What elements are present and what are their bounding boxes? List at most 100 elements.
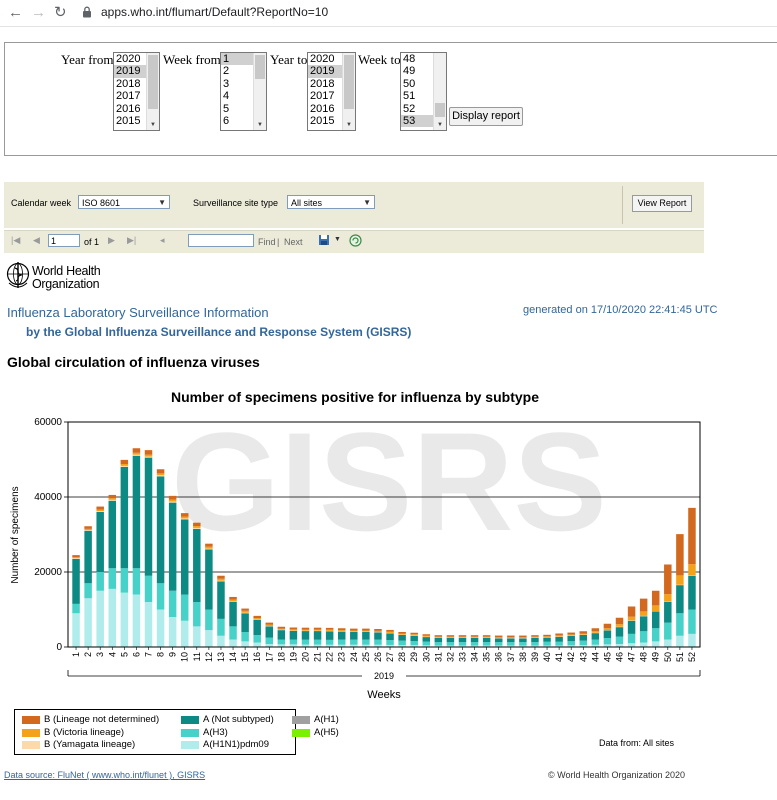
legend-swatch (22, 716, 40, 724)
chart-watermark: GISRS (171, 403, 607, 560)
scroll-down-arrow-icon[interactable]: ▼ (434, 120, 446, 130)
x-tick-label: 11 (192, 652, 202, 661)
bar-segment (422, 641, 431, 646)
year-to-scrollbar[interactable]: ▼ (342, 53, 355, 130)
first-page-icon[interactable]: |◀ (11, 235, 20, 246)
last-page-icon[interactable]: ▶| (127, 235, 136, 246)
bar-segment (193, 527, 201, 529)
display-report-button[interactable]: Display report (449, 107, 523, 126)
bar-segment (337, 631, 346, 640)
bar-segment (132, 594, 141, 647)
generated-timestamp: generated on 17/10/2020 22:41:45 UTC (523, 304, 718, 316)
bar-segment (156, 609, 165, 647)
bar-segment (120, 459, 129, 464)
export-dropdown-icon[interactable]: ▼ (334, 236, 341, 243)
bar-segment (108, 568, 117, 589)
week-to-scrollbar[interactable]: ▼ (433, 53, 446, 130)
bar-segment (168, 501, 177, 503)
bar-segment (603, 630, 612, 638)
bar-segment (168, 590, 177, 617)
bar-segment (627, 643, 636, 647)
bar-segment (253, 615, 261, 619)
bar-segment (289, 627, 298, 630)
page-number-input[interactable]: 1 (48, 234, 80, 247)
bar-segment (688, 564, 696, 576)
site-type-label: Surveillance site type (193, 198, 279, 208)
bar-segment (193, 522, 201, 527)
find-next-link[interactable]: Next (284, 237, 303, 247)
bar-segment (96, 590, 104, 647)
bar-segment (651, 605, 660, 611)
bar-segment (494, 637, 503, 638)
previous-page-icon[interactable]: ◀ (33, 235, 40, 246)
x-tick-label: 37 (506, 652, 516, 662)
legend-label: A(H1) (314, 714, 339, 725)
scroll-down-arrow-icon[interactable]: ▼ (343, 120, 355, 130)
scroll-down-arrow-icon[interactable]: ▼ (147, 120, 159, 130)
bar-segment (482, 636, 491, 638)
bar-segment (168, 617, 177, 647)
legend-label: B (Lineage not determined) (44, 714, 160, 725)
week-from-label: Week from (163, 52, 221, 67)
year-from-listbox[interactable]: 2020 2019 2018 2017 2016 2015 ▼ (113, 52, 160, 131)
find-link[interactable]: Find (258, 237, 276, 247)
x-tick-label: 34 (470, 652, 480, 662)
week-from-scrollbar[interactable]: ▼ (253, 53, 266, 130)
scroll-down-arrow-icon[interactable]: ▼ (254, 120, 266, 130)
site-type-select[interactable]: All sites ▼ (287, 195, 375, 209)
bar-segment (217, 575, 225, 579)
bar-segment (615, 624, 624, 627)
calendar-week-select[interactable]: ISO 8601 ▼ (78, 195, 170, 209)
bar-segment (108, 588, 117, 647)
refresh-icon[interactable] (349, 234, 362, 247)
bar-segment (567, 632, 575, 635)
bar-segment (96, 511, 104, 512)
data-source-link[interactable]: Data source: FluNet ( www.who.int/flunet… (4, 770, 205, 780)
week-to-listbox[interactable]: 48 49 50 51 52 53 ▼ (400, 52, 447, 131)
bar-segment (458, 642, 467, 646)
back-to-parent-icon[interactable]: ◂ (160, 235, 165, 246)
bar-segment (277, 628, 286, 630)
bar-segment (579, 635, 588, 641)
back-arrow-icon[interactable]: ← (8, 3, 23, 23)
x-tick-label: 2 (83, 652, 93, 657)
bar-segment (241, 610, 249, 613)
bar-segment (519, 637, 527, 638)
find-text-input[interactable] (188, 234, 254, 247)
x-tick-label: 45 (602, 652, 612, 662)
bar-segment (301, 629, 310, 631)
bar-segment (579, 631, 588, 634)
week-from-listbox[interactable]: 1 2 3 4 5 6 ▼ (220, 52, 267, 131)
bar-segment (543, 636, 551, 638)
x-tick-label: 48 (639, 652, 649, 662)
bar-segment (374, 629, 382, 631)
bar-segment (543, 634, 551, 637)
y-tick-label: 40000 (34, 492, 62, 503)
year-from-scrollbar[interactable]: ▼ (146, 53, 159, 130)
bar-segment (350, 628, 358, 631)
who-emblem-icon (6, 262, 30, 288)
x-tick-label: 23 (337, 652, 347, 662)
reload-icon[interactable]: ↻ (54, 3, 67, 23)
bar-segment (434, 635, 443, 637)
bar-segment (84, 598, 92, 647)
bar-segment (555, 635, 563, 637)
view-report-button[interactable]: View Report (632, 195, 692, 212)
x-tick-label: 21 (313, 652, 323, 662)
bar-segment (132, 455, 141, 569)
lock-icon[interactable] (82, 6, 92, 18)
address-bar-url[interactable]: apps.who.int/flumart/Default?ReportNo=10 (101, 5, 328, 19)
bar-segment (386, 631, 394, 633)
bar-segment (156, 473, 165, 476)
bar-segment (72, 555, 80, 557)
year-to-listbox[interactable]: 2020 2019 2018 2017 2016 2015 ▼ (307, 52, 356, 131)
x-tick-label: 29 (409, 652, 419, 662)
bar-segment (446, 642, 455, 646)
bar-segment (96, 512, 104, 572)
bar-segment (253, 642, 261, 647)
forward-arrow-icon[interactable]: → (31, 3, 46, 23)
next-page-icon[interactable]: ▶ (108, 235, 115, 246)
export-icon[interactable] (318, 234, 332, 246)
bar-segment (289, 630, 298, 640)
data-from-note: Data from: All sites (599, 738, 675, 748)
